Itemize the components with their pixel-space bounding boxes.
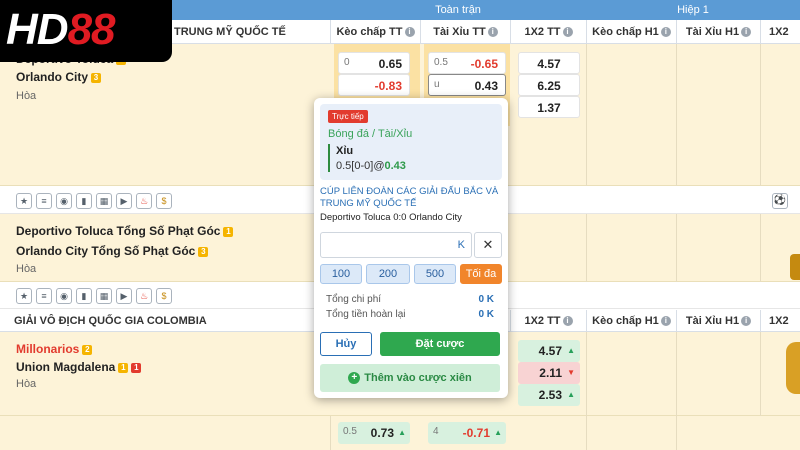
odd-button[interactable]: 4.57 ▲ <box>518 340 580 362</box>
arrow-up-icon: ▲ <box>494 428 502 437</box>
promo-tab[interactable] <box>786 342 800 394</box>
slip-match: Deportivo Toluca 0:0 Orlando City <box>320 212 462 223</box>
away-team[interactable]: Orlando City Tổng Số Phạt Góc 3 <box>16 244 209 258</box>
info-icon: i <box>487 27 498 38</box>
draw-label: Hòa <box>16 378 37 390</box>
info-icon: i <box>741 27 752 38</box>
odd-button[interactable]: 4.57 <box>518 52 580 74</box>
odd-button[interactable]: 4 -0.71 ▲ <box>428 422 506 444</box>
eye-icon[interactable]: ◉ <box>56 288 72 304</box>
league-title: TRUNG MỸ QUỐC TẾ <box>174 26 286 38</box>
col-totals-ft[interactable]: Tài Xỉu TT i <box>420 20 510 44</box>
away-team[interactable]: Union Magdalena 1 1 <box>16 360 142 374</box>
place-bet-button[interactable]: Đặt cược <box>380 332 500 356</box>
group-half1: Hiệp 1 <box>677 4 709 16</box>
play-icon[interactable]: ▶ <box>116 288 132 304</box>
table-icon[interactable]: ▦ <box>96 193 112 209</box>
soccer-icon[interactable]: ⚽ <box>772 193 788 209</box>
col-1x2-h1[interactable]: 1X2 <box>760 20 800 44</box>
stake-chip-200[interactable]: 200 <box>366 264 410 284</box>
eye-icon[interactable]: ◉ <box>56 193 72 209</box>
odd-button[interactable]: 0 0.65 <box>338 52 410 74</box>
odd-button[interactable]: 2.11 ▼ <box>518 362 580 384</box>
odd-button[interactable]: -0.83 <box>338 74 410 96</box>
draw-label: Hòa <box>16 263 37 275</box>
arrow-down-icon: ▼ <box>567 368 575 377</box>
col-totals-h1[interactable]: Tài Xỉu H1 i <box>676 310 760 332</box>
info-icon: i <box>562 316 573 327</box>
star-icon[interactable]: ★ <box>16 288 32 304</box>
odd-button[interactable]: 0.5 -0.65 <box>428 52 506 74</box>
total-return-label: Tổng tiền hoàn lại <box>326 309 406 320</box>
home-team[interactable]: Deportivo Toluca Tổng Số Phạt Góc 1 <box>16 224 234 238</box>
odd-button[interactable]: 0.5 0.73 ▲ <box>338 422 410 444</box>
plus-icon: + <box>348 372 361 385</box>
stats-icon[interactable]: ▮ <box>76 288 92 304</box>
coin-icon[interactable]: $ <box>156 288 172 304</box>
arrow-up-icon: ▲ <box>567 390 575 399</box>
info-icon: i <box>741 316 752 327</box>
card-badge: 1 <box>223 226 234 237</box>
star-icon[interactable]: ★ <box>16 193 32 209</box>
card-badge: 2 <box>82 344 93 355</box>
bet-category: Bóng đá / Tài/Xỉu <box>328 128 413 140</box>
database-icon[interactable]: ≡ <box>36 288 52 304</box>
total-return-value: 0 K <box>478 309 494 320</box>
stake-chip-100[interactable]: 100 <box>320 264 362 284</box>
fire-icon[interactable]: ♨ <box>136 193 152 209</box>
draw-label: Hòa <box>16 90 37 102</box>
live-badge: Trực tiếp <box>328 110 368 123</box>
slip-league: CÚP LIÊN ĐOÀN CÁC GIẢI ĐẤU BẮC VÀ TRUNG … <box>320 186 499 209</box>
add-to-parlay-button[interactable]: + Thêm vào cược xiên <box>320 364 500 392</box>
cancel-button[interactable]: Hủy <box>320 332 372 356</box>
col-1x2-ft[interactable]: 1X2 TT i <box>510 20 586 44</box>
match-row-partial: 0.5 0.73 ▲ 4 -0.71 ▲ <box>0 416 800 450</box>
col-handicap-ft[interactable]: Kèo chấp TT i <box>330 20 420 44</box>
away-team[interactable]: Orlando City 3 <box>16 70 102 84</box>
odd-button-selected[interactable]: u 0.43 <box>428 74 506 96</box>
total-cost-label: Tổng chi phí <box>326 294 382 305</box>
odd-button[interactable]: 2.53 ▲ <box>518 384 580 406</box>
group-full-match: Toàn trận <box>435 4 481 16</box>
stake-chip-max[interactable]: Tối đa <box>460 264 502 284</box>
info-icon: i <box>404 27 415 38</box>
stake-input[interactable]: K <box>320 232 472 258</box>
odd-button[interactable]: 1.37 <box>518 96 580 118</box>
total-cost-value: 0 K <box>478 294 494 305</box>
pick-name: Xỉu <box>336 145 354 157</box>
odd-button[interactable]: 6.25 <box>518 74 580 96</box>
info-icon: i <box>660 316 671 327</box>
col-totals-h1[interactable]: Tài Xỉu H1 i <box>676 20 760 44</box>
col-1x2-h1[interactable]: 1X2 <box>760 310 800 332</box>
fire-icon[interactable]: ♨ <box>136 288 152 304</box>
info-icon: i <box>660 27 671 38</box>
stake-chip-500[interactable]: 500 <box>414 264 456 284</box>
card-badge: 1 <box>118 362 129 373</box>
home-team[interactable]: Millonarios 2 <box>16 342 93 356</box>
table-icon[interactable]: ▦ <box>96 288 112 304</box>
brand-logo[interactable]: HD88 <box>0 0 172 62</box>
league-title: GIẢI VÔ ĐỊCH QUỐC GIA COLOMBIA <box>14 315 207 327</box>
play-icon[interactable]: ▶ <box>116 193 132 209</box>
col-handicap-h1[interactable]: Kèo chấp H1 i <box>586 310 676 332</box>
stats-icon[interactable]: ▮ <box>76 193 92 209</box>
coin-icon[interactable]: $ <box>156 193 172 209</box>
red-card-badge: 1 <box>131 362 142 373</box>
card-badge: 3 <box>198 246 209 257</box>
close-icon[interactable]: ✕ <box>474 232 502 258</box>
database-icon[interactable]: ≡ <box>36 193 52 209</box>
card-badge: 3 <box>91 72 102 83</box>
selection-card: Trực tiếp Bóng đá / Tài/Xỉu Xỉu 0.5[0-0]… <box>320 104 502 180</box>
pick-detail: 0.5[0-0]@0.43 <box>336 160 406 172</box>
arrow-up-icon: ▲ <box>567 346 575 355</box>
col-1x2-ft[interactable]: 1X2 TT i <box>510 310 586 332</box>
col-handicap-h1[interactable]: Kèo chấp H1 i <box>586 20 676 44</box>
arrow-up-icon: ▲ <box>398 428 406 437</box>
promo-tab[interactable] <box>790 254 800 280</box>
bet-slip-popup: Trực tiếp Bóng đá / Tài/Xỉu Xỉu 0.5[0-0]… <box>314 98 508 398</box>
info-icon: i <box>562 27 573 38</box>
